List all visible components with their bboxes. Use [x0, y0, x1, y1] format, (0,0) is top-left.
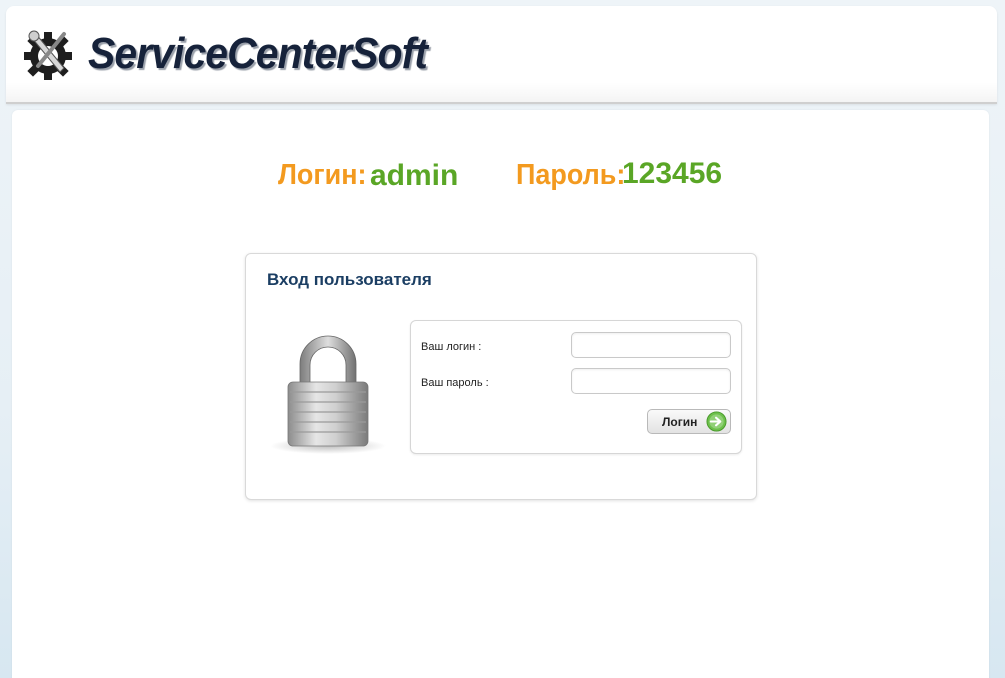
username-input[interactable] [571, 332, 731, 358]
padlock-icon [270, 335, 386, 454]
arrow-right-circle-icon [706, 411, 727, 432]
header: ServiceCenterSoft [6, 6, 997, 104]
login-form: Ваш логин : Ваш пароль : Логин [410, 320, 742, 454]
demo-credentials: Логин: admin Пароль: 123456 [12, 154, 989, 204]
login-title: Вход пользователя [267, 270, 432, 289]
login-box: Вход пользователя Ваш логин: Ваш пароль… [245, 253, 757, 500]
password-input[interactable] [571, 368, 731, 394]
demo-password-value: 123456 [622, 157, 723, 190]
demo-login-value: admin [370, 159, 459, 192]
username-label: Ваш логин : [421, 341, 482, 353]
gear-wrench-icon [24, 30, 72, 80]
brand-name: ServiceCenterSoft [88, 29, 428, 78]
demo-password-label: Пароль: [516, 159, 626, 191]
login-button-label: Логин [662, 415, 698, 429]
password-label: Ваш пароль : [421, 377, 489, 389]
login-button[interactable]: Логин [647, 409, 731, 434]
demo-login-label: Логин: [278, 159, 367, 191]
